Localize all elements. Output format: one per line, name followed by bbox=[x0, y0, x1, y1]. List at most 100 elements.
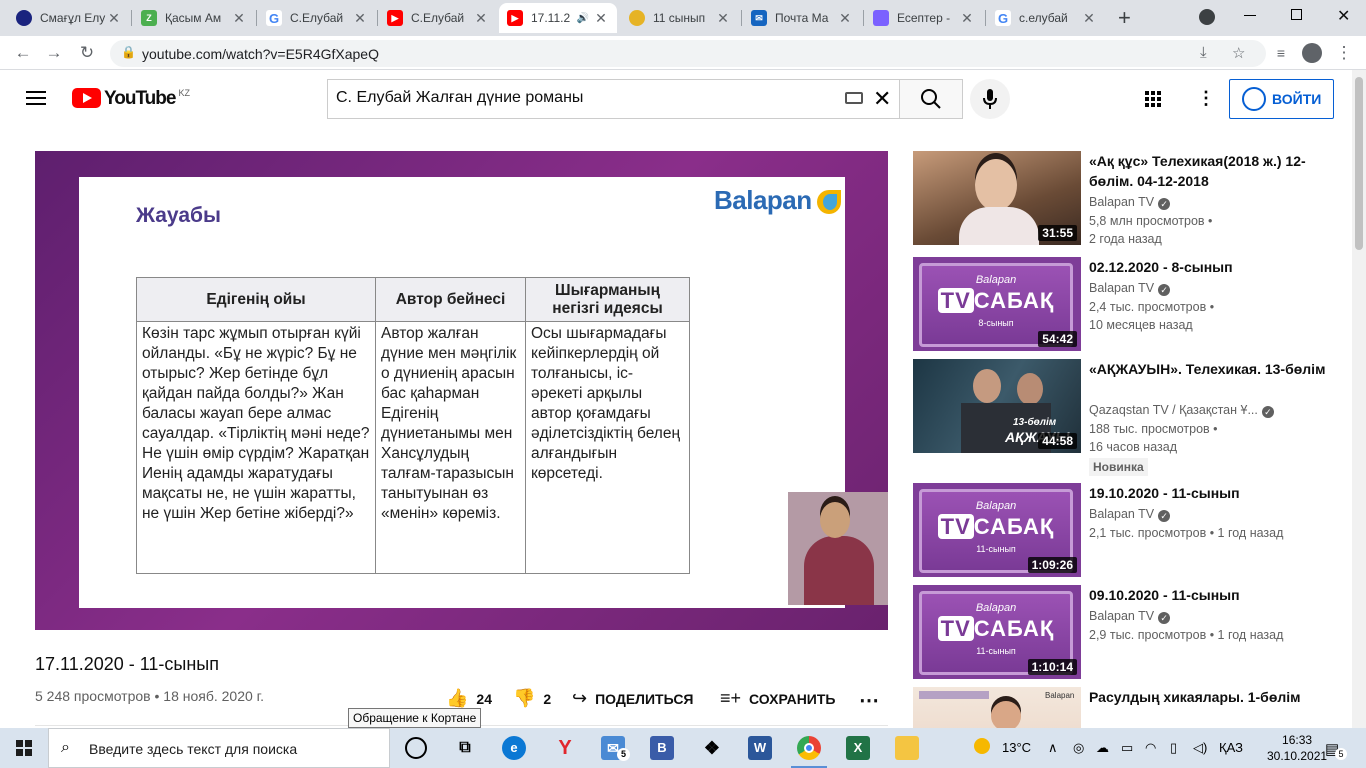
minimize-button[interactable] bbox=[1244, 15, 1256, 16]
audio-playing-icon[interactable]: 🔊 bbox=[577, 13, 589, 24]
related-video[interactable]: 31:55 «Ақ құс» Телехикая(2018 ж.) 12-бөл… bbox=[913, 151, 1343, 251]
related-video[interactable]: Balapan Расулдың хикаялары. 1-бөлім bbox=[913, 687, 1343, 728]
tab-close-icon[interactable]: ✕ bbox=[715, 10, 731, 27]
channel-name[interactable]: Balapan TV ✓ bbox=[1089, 609, 1171, 624]
keyboard-icon[interactable] bbox=[845, 92, 863, 104]
word-icon[interactable]: W bbox=[748, 736, 772, 760]
bookmark-star-icon[interactable]: ☆ bbox=[1232, 44, 1245, 62]
power-icon[interactable]: ▯ bbox=[1170, 740, 1177, 756]
tab-close-icon[interactable]: ✕ bbox=[473, 10, 489, 27]
settings-dots-icon[interactable]: ⋮ bbox=[1197, 88, 1215, 109]
video-title[interactable]: 02.12.2020 - 8-сынып bbox=[1089, 257, 1329, 277]
youtube-logo[interactable]: YouTube KZ bbox=[72, 88, 190, 109]
video-title[interactable]: Расулдың хикаялары. 1-бөлім bbox=[1089, 687, 1329, 707]
menu-icon[interactable] bbox=[26, 91, 46, 105]
video-thumbnail[interactable]: Balapan TV САБАҚ 11-сынып 1:09:26 bbox=[913, 483, 1081, 577]
chrome-icon[interactable] bbox=[791, 736, 827, 768]
channel-name[interactable]: Balapan TV ✓ bbox=[1089, 507, 1171, 522]
system-clock[interactable]: 16:33 30.10.2021 bbox=[1267, 732, 1327, 764]
mail-icon[interactable]: ✉ 5 bbox=[601, 736, 630, 761]
profile-avatar[interactable] bbox=[1302, 43, 1322, 63]
tab-close-icon[interactable]: ✕ bbox=[231, 10, 247, 27]
search-input[interactable] bbox=[336, 89, 826, 107]
browser-tab[interactable]: Смағұл Елу ✕ bbox=[8, 3, 130, 33]
channel-name[interactable]: Qazaqstan TV / Қазақстан Ұ... ✓ bbox=[1089, 403, 1274, 418]
video-player[interactable]: Balapan Жауабы Едігенің ойы Автор бейнес… bbox=[35, 151, 888, 630]
volume-icon[interactable]: ◁) bbox=[1193, 740, 1207, 756]
tab-close-icon[interactable]: ✕ bbox=[837, 10, 853, 27]
show-hidden-icons[interactable]: ∧ bbox=[1048, 740, 1058, 756]
notifications-icon[interactable]: ▤ 5 bbox=[1325, 740, 1347, 760]
more-actions-icon[interactable]: ⋯ bbox=[859, 688, 879, 713]
yandex-browser-icon[interactable]: Y bbox=[553, 736, 577, 760]
related-video[interactable]: 13-бөлім АҚЖАУЫ 44:58 «АҚЖАУЫН». Телехик… bbox=[913, 359, 1343, 476]
b-app-icon[interactable]: B bbox=[650, 736, 674, 760]
tab-close-icon[interactable]: ✕ bbox=[352, 10, 368, 27]
related-video[interactable]: Balapan TV САБАҚ 11-сынып 1:09:26 19.10.2… bbox=[913, 483, 1343, 583]
share-button[interactable]: ↪ ПОДЕЛИТЬСЯ bbox=[572, 688, 694, 709]
excel-icon[interactable]: X bbox=[846, 736, 870, 760]
file-explorer-icon[interactable] bbox=[895, 736, 919, 760]
dropbox-icon[interactable]: ❖ bbox=[700, 736, 724, 760]
browser-tab[interactable]: Есептер - ✕ bbox=[865, 3, 983, 33]
browser-tab[interactable]: Z Қасым Ам ✕ bbox=[133, 3, 255, 33]
browser-tab[interactable]: Gс.елубай ✕ bbox=[987, 3, 1105, 33]
url-text[interactable]: youtube.com/watch?v=E5R4GfXapeQ bbox=[142, 46, 379, 62]
video-thumbnail[interactable]: 13-бөлім АҚЖАУЫ 44:58 bbox=[913, 359, 1081, 453]
edge-icon[interactable]: e bbox=[502, 736, 526, 760]
restore-button[interactable] bbox=[1291, 9, 1302, 20]
browser-tab[interactable]: G С.Елубай ✕ bbox=[258, 3, 376, 33]
dislike-button[interactable]: 👎 2 bbox=[513, 688, 551, 709]
browser-tab[interactable]: ▶ С.Елубай ✕ bbox=[379, 3, 497, 33]
search-button[interactable] bbox=[899, 79, 963, 119]
browser-tab-active[interactable]: ▶ 17.11.2 🔊 ✕ bbox=[499, 3, 617, 33]
weather-icon[interactable] bbox=[974, 738, 990, 754]
clear-search-icon[interactable]: ✕ bbox=[873, 86, 891, 112]
tab-close-icon[interactable]: ✕ bbox=[593, 10, 609, 27]
address-bar[interactable]: 🔒 youtube.com/watch?v=E5R4GfXapeQ ⤓ ☆ bbox=[110, 40, 1266, 67]
cortana-tray-icon[interactable]: ◎ bbox=[1073, 740, 1084, 756]
video-title[interactable]: 09.10.2020 - 11-сынып bbox=[1089, 585, 1329, 605]
apps-grid-icon[interactable] bbox=[1145, 91, 1161, 107]
new-tab-button[interactable]: + bbox=[1118, 5, 1131, 31]
windows-start-icon[interactable] bbox=[16, 740, 32, 756]
channel-name[interactable]: Balapan TV ✓ bbox=[1089, 195, 1171, 210]
like-button[interactable]: 👍 24 bbox=[446, 688, 492, 709]
tab-close-icon[interactable]: ✕ bbox=[106, 10, 122, 27]
video-thumbnail[interactable]: 31:55 bbox=[913, 151, 1081, 245]
tab-close-icon[interactable]: ✕ bbox=[1081, 10, 1097, 27]
video-thumbnail[interactable]: Balapan bbox=[913, 687, 1081, 728]
video-thumbnail[interactable]: Balapan TV САБАҚ 11-сынып 1:10:14 bbox=[913, 585, 1081, 679]
browser-tab[interactable]: ✉ Почта Ма ✕ bbox=[743, 3, 861, 33]
onedrive-icon[interactable]: ☁ bbox=[1096, 740, 1109, 756]
signin-button[interactable]: ВОЙТИ bbox=[1229, 79, 1334, 119]
close-window-button[interactable]: ✕ bbox=[1337, 6, 1350, 26]
forward-button[interactable]: → bbox=[43, 42, 65, 64]
cortana-icon[interactable] bbox=[405, 737, 427, 759]
weather-temperature[interactable]: 13°C bbox=[1002, 740, 1031, 755]
browser-menu-icon[interactable]: ⋮ bbox=[1333, 42, 1355, 64]
install-icon[interactable]: ⤓ bbox=[1200, 44, 1207, 61]
media-control-icon[interactable]: ≡ bbox=[1270, 42, 1292, 64]
language-indicator[interactable]: ҚАЗ bbox=[1219, 740, 1243, 755]
scrollbar-thumb[interactable] bbox=[1355, 77, 1363, 250]
back-button[interactable]: ← bbox=[12, 42, 34, 64]
video-title[interactable]: «АҚЖАУЫН». Телехикая. 13-бөлім bbox=[1089, 359, 1329, 379]
channel-name[interactable]: Balapan TV ✓ bbox=[1089, 281, 1171, 296]
related-video[interactable]: Balapan TV САБАҚ 8-сынып 54:42 02.12.2020… bbox=[913, 257, 1343, 357]
save-button[interactable]: ≡+ СОХРАНИТЬ bbox=[720, 688, 835, 709]
page-scrollbar[interactable] bbox=[1352, 70, 1366, 728]
video-thumbnail[interactable]: Balapan TV САБАҚ 8-сынып 54:42 bbox=[913, 257, 1081, 351]
video-title[interactable]: 19.10.2020 - 11-сынып bbox=[1089, 483, 1329, 503]
tab-search-icon[interactable] bbox=[1199, 9, 1215, 25]
browser-tab[interactable]: 11 сынып ✕ bbox=[621, 3, 739, 33]
taskbar-search-box[interactable]: ⌕ Введите здесь текст для поиска bbox=[48, 728, 390, 768]
reload-button[interactable]: ↻ bbox=[76, 42, 98, 64]
voice-search-button[interactable] bbox=[970, 79, 1010, 119]
task-view-icon[interactable]: ⧉ bbox=[453, 736, 477, 760]
display-icon[interactable]: ▭ bbox=[1121, 740, 1133, 756]
wifi-icon[interactable]: ◠ bbox=[1145, 740, 1156, 756]
video-title[interactable]: «Ақ құс» Телехикая(2018 ж.) 12-бөлім. 04… bbox=[1089, 151, 1329, 191]
tab-close-icon[interactable]: ✕ bbox=[959, 10, 975, 27]
related-video[interactable]: Balapan TV САБАҚ 11-сынып 1:10:14 09.10.2… bbox=[913, 585, 1343, 685]
